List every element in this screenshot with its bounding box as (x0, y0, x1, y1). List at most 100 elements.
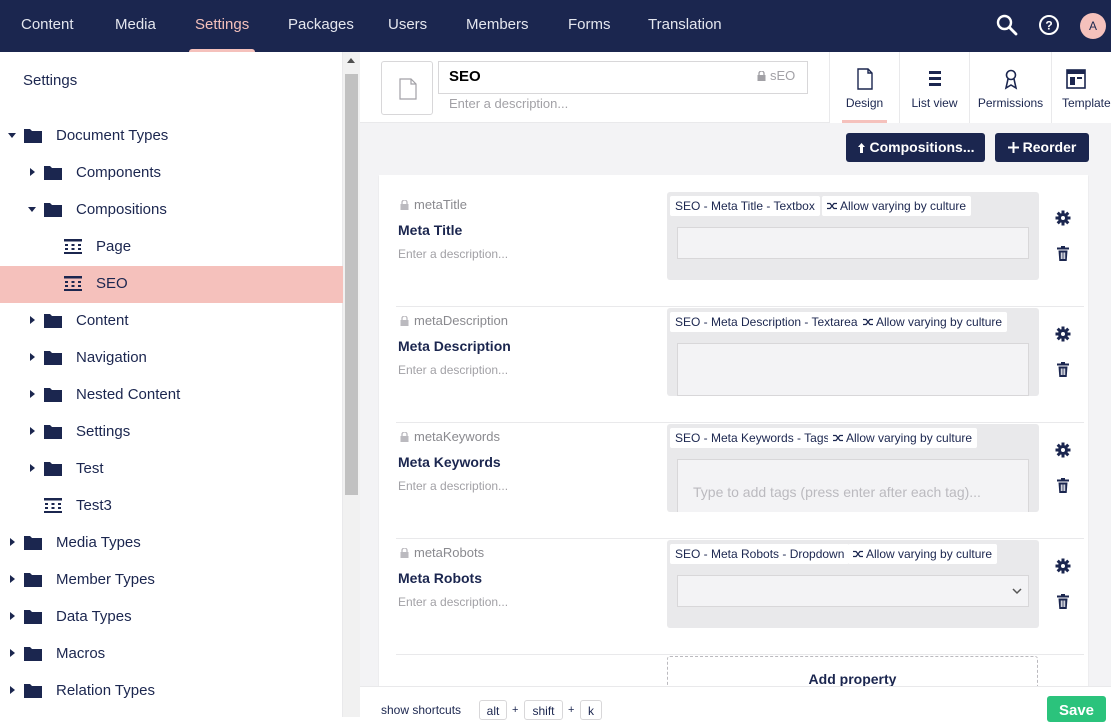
vary-by-culture-tag: Allow varying by culture (858, 312, 1008, 332)
property-description[interactable]: Enter a description... (398, 363, 508, 377)
top-navigation: Content Media Settings Packages Users Me… (0, 0, 1111, 52)
gear-icon[interactable] (1055, 326, 1071, 342)
help-icon[interactable]: ? (1038, 14, 1062, 38)
doctype-name-input[interactable]: SEO (438, 61, 808, 94)
avatar[interactable]: A (1080, 13, 1106, 39)
nav-translation[interactable]: Translation (648, 0, 722, 52)
search-icon[interactable] (996, 14, 1020, 38)
property-alias[interactable]: metaRobots (414, 545, 484, 560)
gear-icon[interactable] (1055, 210, 1071, 226)
sidebar-item-components[interactable]: Components (0, 155, 343, 192)
property-name[interactable]: Meta Title (398, 222, 462, 238)
folder-icon (24, 572, 42, 587)
reorder-button[interactable]: Reorder (995, 133, 1089, 162)
sidebar-item-document-types[interactable]: Document Types (0, 118, 343, 155)
caret-right-icon[interactable] (30, 316, 35, 324)
caret-down-icon[interactable] (28, 207, 36, 212)
trash-icon[interactable] (1057, 478, 1069, 493)
property-alias[interactable]: metaKeywords (414, 429, 500, 444)
property-alias[interactable]: metaTitle (414, 197, 467, 212)
lock-icon[interactable] (400, 200, 409, 210)
lock-icon[interactable] (400, 316, 409, 326)
sidebar-item-test[interactable]: Test (0, 451, 343, 488)
folder-icon (24, 683, 42, 698)
property-row-metaRobots[interactable]: metaRobots Meta Robots Enter a description… (396, 539, 1084, 655)
nav-users[interactable]: Users (388, 0, 427, 52)
doctype-icon-picker[interactable] (381, 61, 433, 115)
sidebar-item-member-types[interactable]: Member Types (0, 562, 343, 599)
tab-list-view[interactable]: List view (899, 52, 969, 123)
plus-sign: + (512, 704, 519, 716)
tab-templates-label: Templates (1062, 96, 1111, 110)
compositions-button[interactable]: Compositions... (846, 133, 985, 162)
vary-by-culture-tag: Allow varying by culture (822, 196, 972, 216)
caret-right-icon[interactable] (10, 575, 15, 583)
property-description[interactable]: Enter a description... (398, 479, 508, 493)
sidebar-scrollbar-thumb[interactable] (345, 74, 358, 495)
sidebar-item-relation-types[interactable]: Relation Types (0, 673, 343, 710)
sidebar-item-nested-content[interactable]: Nested Content (0, 377, 343, 414)
property-name[interactable]: Meta Robots (398, 570, 482, 586)
sidebar-item-test3[interactable]: Test3 (0, 488, 343, 525)
property-editor-preview[interactable]: SEO - Meta Robots - Dropdown Allow varyin… (667, 540, 1039, 628)
caret-right-icon[interactable] (30, 390, 35, 398)
property-row-metaDescription[interactable]: metaDescription Meta Description Enter a d… (396, 307, 1084, 423)
sidebar-item-settings[interactable]: Settings (0, 414, 343, 451)
lock-icon[interactable] (400, 432, 409, 442)
sidebar-item-data-types[interactable]: Data Types (0, 599, 343, 636)
nav-members[interactable]: Members (466, 0, 529, 52)
sidebar-item-navigation[interactable]: Navigation (0, 340, 343, 377)
property-alias[interactable]: metaDescription (414, 313, 508, 328)
caret-right-icon[interactable] (10, 538, 15, 546)
lock-icon[interactable] (400, 548, 409, 558)
nav-settings[interactable]: Settings (188, 0, 256, 52)
folder-icon (44, 461, 62, 476)
trash-icon[interactable] (1057, 246, 1069, 261)
scroll-up-arrow-icon[interactable] (347, 58, 355, 63)
nav-forms[interactable]: Forms (568, 0, 611, 52)
tab-templates[interactable]: Templates (1051, 52, 1111, 123)
sidebar-item-label: Components (76, 164, 162, 181)
folder-icon (44, 424, 62, 439)
nav-packages[interactable]: Packages (288, 0, 354, 52)
property-row-metaKeywords[interactable]: metaKeywords Meta Keywords Enter a descrip… (396, 423, 1084, 539)
gear-icon[interactable] (1055, 442, 1071, 458)
nav-media[interactable]: Media (115, 0, 156, 52)
trash-icon[interactable] (1057, 362, 1069, 377)
sidebar-item-page[interactable]: Page (0, 229, 343, 266)
caret-right-icon[interactable] (30, 427, 35, 435)
show-shortcuts-link[interactable]: show shortcuts (381, 703, 461, 717)
kbd-shift: shift (524, 700, 563, 720)
caret-right-icon[interactable] (10, 649, 15, 657)
property-description[interactable]: Enter a description... (398, 595, 508, 609)
property-editor-preview[interactable]: SEO - Meta Keywords - Tags Allow varying … (667, 424, 1039, 512)
sidebar-item-content[interactable]: Content (0, 303, 343, 340)
tab-design[interactable]: Design (829, 52, 899, 123)
sidebar-item-label: Data Types (56, 608, 132, 625)
caret-right-icon[interactable] (10, 686, 15, 694)
sidebar-item-compositions[interactable]: Compositions (0, 192, 343, 229)
sidebar-item-label: SEO (96, 275, 128, 292)
tab-permissions[interactable]: Permissions (969, 52, 1051, 123)
property-row-metaTitle[interactable]: metaTitle Meta Title Enter a description..… (396, 191, 1084, 307)
caret-right-icon[interactable] (30, 353, 35, 361)
property-name[interactable]: Meta Keywords (398, 454, 501, 470)
caret-down-icon[interactable] (8, 133, 16, 138)
sidebar-item-seo[interactable]: SEO (0, 266, 343, 303)
caret-right-icon[interactable] (10, 612, 15, 620)
property-name[interactable]: Meta Description (398, 338, 511, 354)
nav-content[interactable]: Content (21, 0, 74, 52)
trash-icon[interactable] (1057, 594, 1069, 609)
description-input[interactable]: Enter a description... (449, 96, 568, 111)
property-editor-preview[interactable]: SEO - Meta Description - Textarea Allow v… (667, 308, 1039, 396)
caret-right-icon[interactable] (30, 464, 35, 472)
vary-by-culture-label: Allow varying by culture (876, 315, 1003, 329)
property-editor-preview[interactable]: SEO - Meta Title - Textbox Allow varying … (667, 192, 1039, 280)
gear-icon[interactable] (1055, 558, 1071, 574)
sidebar-item-macros[interactable]: Macros (0, 636, 343, 673)
save-button[interactable]: Save (1047, 696, 1106, 722)
sidebar-item-media-types[interactable]: Media Types (0, 525, 343, 562)
property-description[interactable]: Enter a description... (398, 247, 508, 261)
caret-right-icon[interactable] (30, 168, 35, 176)
alias-field[interactable]: sEO (757, 68, 795, 83)
